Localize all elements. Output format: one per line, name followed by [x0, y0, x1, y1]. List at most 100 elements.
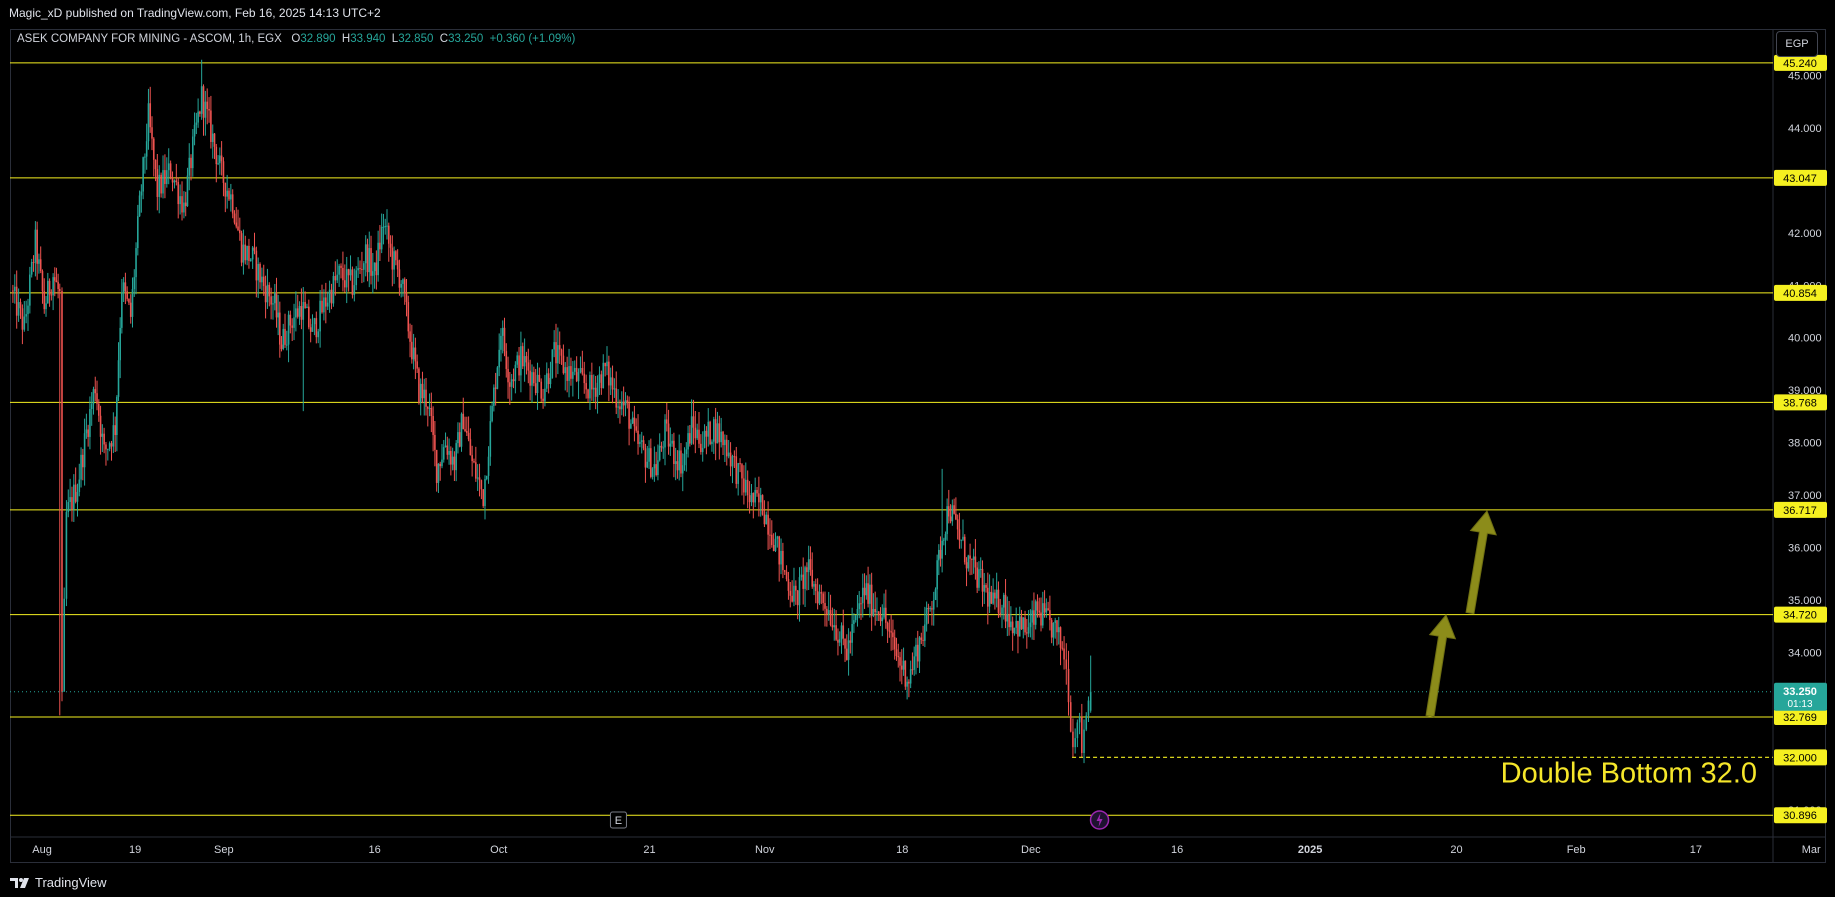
candle-body	[1089, 691, 1092, 711]
candle-body	[279, 312, 281, 345]
candle-body	[653, 464, 656, 469]
candle-body	[831, 624, 834, 628]
candle-body	[756, 489, 758, 494]
candle-body	[1065, 659, 1068, 669]
candle-body	[725, 439, 728, 457]
candle-body	[874, 608, 876, 613]
candle-body	[795, 585, 797, 591]
level-badge-text: 36.717	[1783, 505, 1817, 517]
candle-body	[932, 599, 935, 610]
candle-body	[460, 413, 463, 447]
candle-body	[45, 303, 47, 310]
candle-body	[827, 610, 830, 615]
candle-body	[467, 432, 470, 440]
tradingview-logo[interactable]: TradingView	[10, 875, 107, 890]
candle-body	[737, 463, 739, 484]
candle-body	[1018, 616, 1021, 637]
candle-body	[135, 248, 137, 278]
price-chart[interactable]: 45.00044.00043.00042.00041.00040.00039.0…	[0, 0, 1835, 897]
candle-body	[65, 512, 68, 599]
candle-body	[620, 401, 623, 410]
candle-body	[1059, 627, 1062, 648]
candle-body	[853, 620, 855, 625]
candle-body	[600, 374, 603, 389]
candle-body	[222, 161, 225, 183]
candle-body	[716, 423, 719, 444]
candle-body	[173, 180, 176, 183]
candle-body	[974, 556, 977, 568]
candle-body	[518, 355, 520, 376]
candle-body	[268, 284, 271, 297]
candle-body	[83, 433, 86, 468]
candle-body	[85, 429, 88, 434]
candle-body	[809, 559, 812, 570]
candle-body	[116, 396, 118, 436]
candle-body	[637, 430, 639, 444]
candle-body	[899, 657, 901, 666]
candle-body	[167, 163, 170, 171]
candle-body	[361, 269, 363, 271]
candle-body	[971, 558, 973, 560]
candle-body	[557, 345, 559, 364]
candle-body	[52, 277, 54, 296]
candle-body	[412, 347, 415, 360]
candle-body	[538, 374, 541, 382]
candle-body	[902, 660, 905, 670]
candle-body	[432, 416, 434, 435]
candle-body	[246, 245, 248, 261]
candle-body	[944, 534, 947, 540]
candle-body	[351, 269, 354, 295]
candle-body	[50, 294, 53, 296]
candle-body	[849, 640, 852, 643]
arrow-up-large[interactable]	[1465, 510, 1497, 615]
candle-body	[813, 584, 815, 587]
candle-body	[377, 242, 379, 276]
candle-body	[947, 506, 950, 517]
candle-body	[426, 406, 429, 409]
candle-body	[685, 449, 688, 455]
candle-body	[370, 248, 372, 276]
candle-body	[978, 569, 980, 588]
candle-body	[27, 305, 29, 315]
candle-body	[389, 243, 392, 248]
candle-body	[655, 464, 657, 476]
candle-body	[990, 591, 993, 604]
candle-body	[1063, 648, 1065, 660]
candle-body	[428, 408, 431, 410]
candle-body	[807, 559, 810, 573]
candle-body	[720, 431, 722, 443]
candle-body	[363, 263, 365, 270]
candle-body	[796, 590, 799, 606]
candle-body	[1054, 620, 1057, 623]
candle-body	[231, 194, 234, 214]
candle-body	[462, 413, 465, 430]
candle-body	[922, 639, 924, 641]
candle-body	[746, 479, 749, 496]
candle-body	[349, 269, 352, 276]
candle-body	[540, 381, 543, 399]
candle-body	[527, 362, 530, 371]
candle-body	[63, 598, 66, 692]
arrow-up-small[interactable]	[1425, 614, 1457, 718]
candle-body	[876, 611, 878, 613]
candle-body	[405, 293, 408, 303]
candle-body	[1061, 647, 1064, 649]
candle-body	[277, 312, 279, 318]
candle-body	[673, 440, 675, 465]
candle-body	[816, 590, 819, 604]
ohlc-legend: ASEK COMPANY FOR MINING - ASCOM, 1h, EGX…	[17, 33, 575, 45]
candle-body	[689, 433, 691, 444]
candle-body	[364, 244, 367, 264]
candle-body	[800, 574, 803, 578]
candle-body	[657, 460, 659, 476]
x-tick-label: Nov	[755, 844, 775, 856]
candle-body	[767, 514, 769, 535]
candle-body	[142, 157, 144, 192]
candle-body	[783, 570, 786, 572]
candle-body	[870, 584, 873, 616]
currency-button[interactable]: EGP	[1776, 31, 1818, 57]
candle-body	[551, 349, 554, 378]
candle-body	[496, 367, 499, 389]
candle-body	[750, 492, 753, 503]
candle-body	[291, 325, 293, 328]
